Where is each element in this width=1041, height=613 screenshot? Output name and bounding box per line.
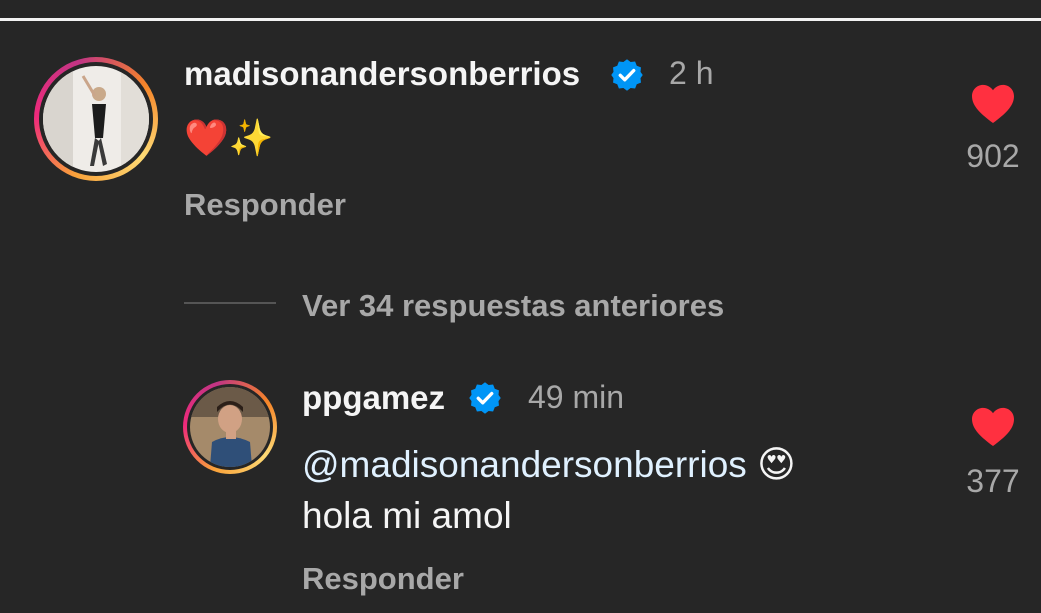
reply-text-line2: hola mi amol [302,495,512,536]
reply-mention-link[interactable]: @madisonandersonberrios [302,444,747,485]
reply-time: 49 min [528,379,625,415]
verified-badge-icon [611,59,643,91]
comment-text: ❤️✨ [184,117,274,158]
comment-reply-button[interactable]: Responder [184,187,346,223]
avatar-ppgamez[interactable] [183,380,277,474]
reply-like-heart-icon[interactable] [970,405,1016,447]
view-replies-divider [184,302,276,304]
comment-like-count: 902 [966,138,1020,174]
avatar-photo [43,66,149,172]
heart-eyes-emoji: 😍 [757,444,796,485]
view-previous-replies-button[interactable]: Ver 34 respuestas anteriores [302,288,724,324]
verified-badge-icon [469,382,501,414]
comment-time: 2 h [669,55,714,91]
reply-text-line1: @madisonandersonberrios 😍 [302,443,796,486]
reply-like-count: 377 [966,463,1020,499]
avatar-photo [190,387,270,467]
avatar-madisonandersonberrios[interactable] [34,57,158,181]
comment-like-heart-icon[interactable] [970,82,1016,124]
comment-username[interactable]: madisonandersonberrios [184,55,580,93]
reply-reply-button[interactable]: Responder [302,561,464,597]
top-divider [0,18,1041,21]
reply-username[interactable]: ppgamez [302,379,445,417]
